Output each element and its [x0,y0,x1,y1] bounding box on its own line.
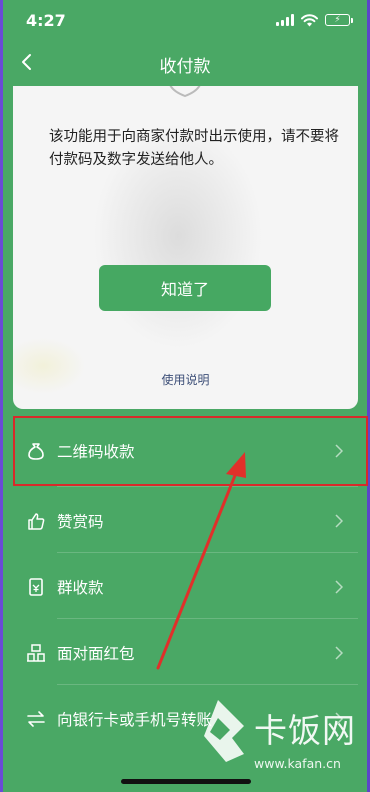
watermark: 卡饭网 www.kafan.cn [196,690,370,792]
menu-item-red-packet[interactable]: 面对面红包 [13,618,358,688]
menu-item-group-payment[interactable]: 群收款 [13,552,358,622]
left-edge-strip [0,0,3,792]
highlight-box [13,416,368,486]
signal-icon [276,14,294,26]
menu-item-reward-code[interactable]: 赞赏码 [13,486,358,556]
chevron-right-icon [334,580,344,594]
status-time: 4:27 [26,11,66,30]
watermark-text: 卡饭网 [254,711,356,750]
chevron-right-icon [334,514,344,528]
help-link[interactable]: 使用说明 [13,371,358,388]
transfer-icon [25,708,47,730]
notice-dialog: 该功能用于向商家付款时出示使用，请不要将付款码及数字发送给他人。 知道了 使用说… [13,86,358,409]
kafan-logo-icon [204,700,244,762]
dialog-message: 该功能用于向商家付款时出示使用，请不要将付款码及数字发送给他人。 [49,129,339,168]
watermark-url: www.kafan.cn [254,756,341,771]
wifi-icon [301,13,318,26]
menu-item-label: 群收款 [57,579,104,597]
thumbs-up-icon [25,510,47,532]
chevron-right-icon [334,646,344,660]
home-indicator[interactable] [121,779,251,784]
ok-button[interactable]: 知道了 [99,265,271,311]
status-icons: ⚡ [276,13,353,27]
menu-item-label: 向银行卡或手机号转账 [57,711,213,729]
shield-icon [169,86,201,98]
menu-item-label: 赞赏码 [57,513,104,531]
nav-bar: 收付款 [0,40,370,86]
page-title: 收付款 [159,57,211,77]
status-bar: 4:27 ⚡ [0,0,370,38]
red-packet-icon [25,642,47,664]
group-payment-icon [25,576,47,598]
battery-charging-icon: ⚡ [325,14,353,26]
menu-item-label: 面对面红包 [57,645,135,663]
